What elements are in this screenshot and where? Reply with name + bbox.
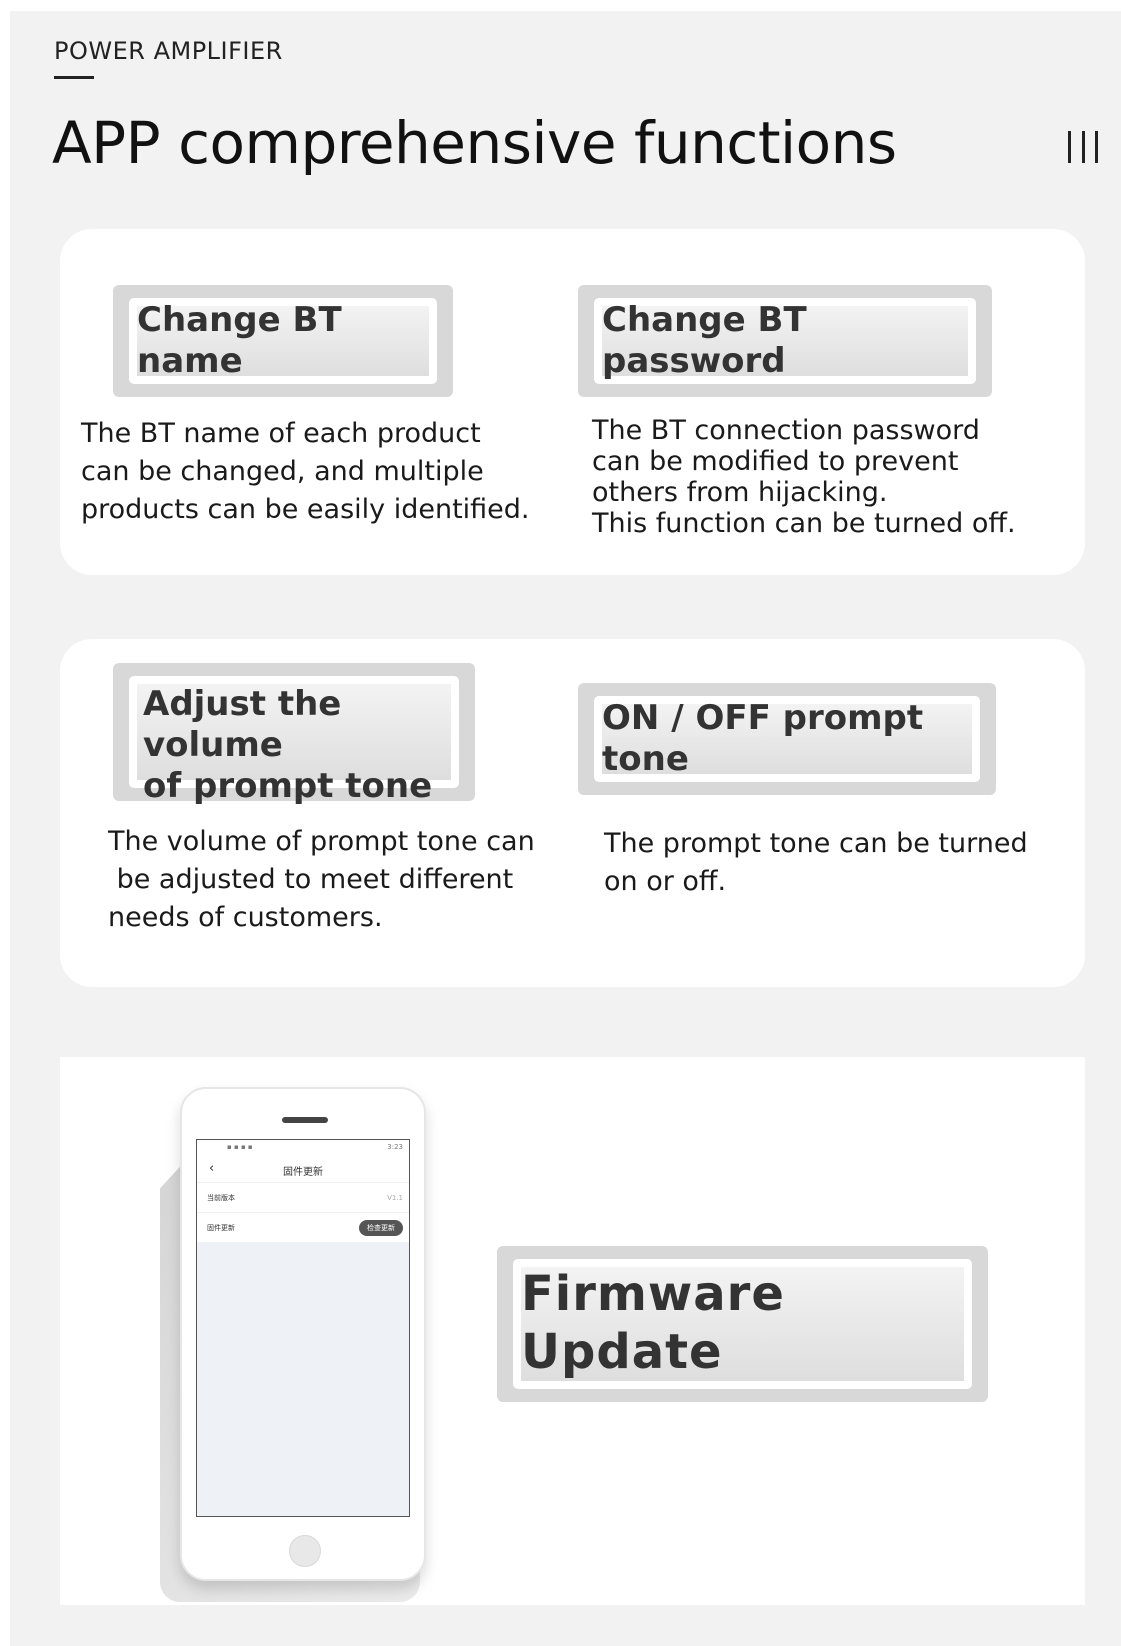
page-title: APP comprehensive functions (52, 109, 897, 177)
feature-description: The volume of prompt tone can be adjuste… (108, 826, 535, 933)
feature-badge-bt-name: Change BT name (113, 285, 453, 397)
eyebrow-label: POWER AMPLIFIER (54, 37, 283, 65)
phone-screen: ▪ ▪ ▪ ▪ 3:23 ‹ 固件更新 当前版本 V1.1 固件更新 检查更新 (196, 1139, 410, 1517)
phone-mockup: ▪ ▪ ▪ ▪ 3:23 ‹ 固件更新 当前版本 V1.1 固件更新 检查更新 (180, 1087, 426, 1581)
feature-badge-firmware: Firmware Update (497, 1246, 988, 1402)
feature-badge-prompt-toggle: ON / OFF prompt tone (578, 683, 996, 795)
app-navbar: ‹ 固件更新 (197, 1156, 409, 1182)
feature-label: ON / OFF prompt tone (602, 698, 972, 779)
feature-card-bt: Change BT name The BT name of each produ… (60, 229, 1085, 575)
feature-description: The BT connection password can be modifi… (592, 415, 1016, 539)
feature-label: Change BT name (137, 300, 429, 381)
list-item: 当前版本 V1.1 (197, 1182, 409, 1212)
feature-label: Adjust the volume of prompt tone (137, 684, 451, 806)
menu-icon[interactable] (1068, 131, 1098, 163)
check-update-button[interactable]: 检查更新 (359, 1219, 403, 1236)
page: POWER AMPLIFIER APP comprehensive functi… (10, 11, 1121, 1646)
phone-speaker (282, 1117, 328, 1123)
status-bar: ▪ ▪ ▪ ▪ 3:23 (197, 1140, 409, 1156)
feature-label: Change BT password (602, 300, 968, 381)
feature-badge-volume: Adjust the volume of prompt tone (113, 663, 475, 806)
list-item: 固件更新 检查更新 (197, 1212, 409, 1242)
feature-card-prompt-tone: Adjust the volume of prompt tone The vol… (60, 639, 1085, 987)
firmware-card: ▪ ▪ ▪ ▪ 3:23 ‹ 固件更新 当前版本 V1.1 固件更新 检查更新 (60, 1057, 1085, 1605)
feature-description: The BT name of each product can be chang… (81, 418, 530, 525)
feature-label: Firmware Update (521, 1266, 964, 1381)
eyebrow-divider (54, 76, 94, 79)
feature-badge-bt-password: Change BT password (578, 285, 992, 397)
screen-title: 固件更新 (283, 1167, 323, 1178)
home-button (289, 1535, 321, 1567)
feature-description: The prompt tone can be turned on or off. (604, 828, 1028, 897)
